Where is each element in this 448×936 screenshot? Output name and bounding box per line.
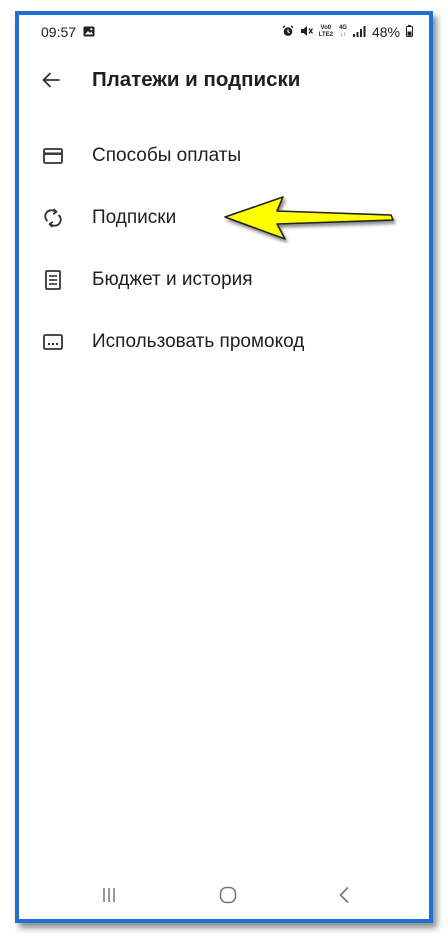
volte-top-label: Vo0 [320,25,332,31]
status-right: Vo0 LTE2 4G ↓↑ 48% [282,24,413,40]
battery-percent: 48% [371,24,400,40]
home-icon [219,886,237,904]
promo-code-icon [41,330,65,354]
menu-item-label: Использовать промокод [92,331,305,352]
battery-icon [406,24,413,40]
signal-icon [352,24,366,40]
credit-card-icon [41,144,65,168]
network-type-indicator: 4G ↓↑ [339,25,347,39]
volte-bottom-label: LTE2 [318,32,333,38]
network-type-label: 4G [338,25,347,31]
volte-indicator: Vo0 LTE2 [319,25,333,39]
page-title: Платежи и подписки [92,68,301,91]
network-activity-label: ↓↑ [339,32,346,38]
status-left: 09:57 [41,24,95,40]
menu-item-label: Способы оплаты [92,145,242,166]
home-button[interactable] [208,881,248,909]
system-back-button[interactable] [324,881,364,909]
phone-screen: 09:57 Vo0 LTE2 4G ↓↑ 48% Платежи и подпи… [15,11,433,923]
system-navigation-bar [19,873,429,919]
yellow-arrow-annotation [224,196,394,240]
menu-item-label: Бюджет и история [92,269,253,290]
chevron-left-icon [339,886,349,904]
mute-icon [300,24,313,40]
menu-item-redeem-promo[interactable]: Использовать промокод [19,311,429,373]
arrow-left-icon [42,72,60,88]
back-button[interactable] [37,66,65,94]
menu-item-payment-methods[interactable]: Способы оплаты [19,125,429,187]
sync-icon [41,206,65,230]
menu-item-label: Подписки [92,207,177,228]
recent-apps-button[interactable] [89,881,129,909]
app-header: Платежи и подписки [19,60,429,102]
status-time: 09:57 [41,24,77,40]
status-bar: 09:57 Vo0 LTE2 4G ↓↑ 48% [19,15,429,49]
gallery-notification-icon [83,24,95,40]
recent-apps-icon [103,888,115,902]
alarm-icon [282,24,294,40]
receipt-icon [41,268,65,292]
payments-menu: Способы оплаты Подписки Бюджет и история… [19,125,429,373]
menu-item-budget-history[interactable]: Бюджет и история [19,249,429,311]
